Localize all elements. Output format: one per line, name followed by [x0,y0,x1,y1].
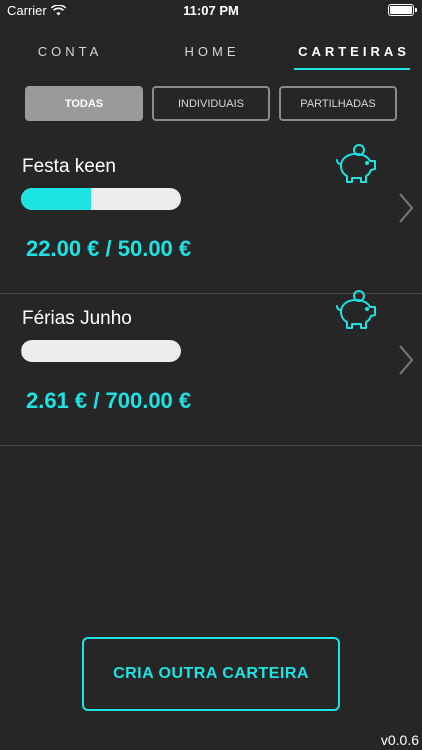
app-version: v0.0.6 [380,732,419,748]
top-tabs: CONTA HOME CARTEIRAS [0,38,422,72]
clock: 11:07 PM [183,3,239,18]
chevron-right-icon [399,345,414,375]
wallet-progress-bar [21,340,181,362]
status-bar: Carrier 11:07 PM [0,0,422,22]
wallet-amount: 22.00 € / 50.00 € [26,236,192,261]
filter-partilhadas-button[interactable]: PARTILHADAS [279,86,397,121]
wallet-name: Festa keen [22,156,116,177]
filter-todas-button[interactable]: TODAS [25,86,143,121]
tab-conta[interactable]: CONTA [10,38,130,70]
wallet-progress-bar [21,188,181,210]
wallet-amount: 2.61 € / 700.00 € [26,388,192,413]
wallet-name: Férias Junho [22,308,132,329]
piggy-bank-icon [336,290,376,329]
chevron-right-icon [399,193,414,223]
battery-icon [388,4,417,16]
active-tab-indicator [294,68,410,70]
create-wallet-button[interactable]: CRIA OUTRA CARTEIRA [82,637,340,711]
tab-home[interactable]: HOME [152,38,272,70]
tab-carteiras[interactable]: CARTEIRAS [294,38,414,70]
wallet-row[interactable]: Férias Junho 2.61 € / 700.00 € [0,290,422,446]
wallet-progress-fill [21,340,22,362]
filter-individuais-button[interactable]: INDIVIDUAIS [152,86,270,121]
wallet-progress-fill [21,188,92,210]
filter-segment: TODAS INDIVIDUAIS PARTILHADAS [0,86,422,121]
wallet-row[interactable]: Festa keen 22.00 € / 50.00 € [0,142,422,294]
piggy-bank-icon [336,144,376,183]
